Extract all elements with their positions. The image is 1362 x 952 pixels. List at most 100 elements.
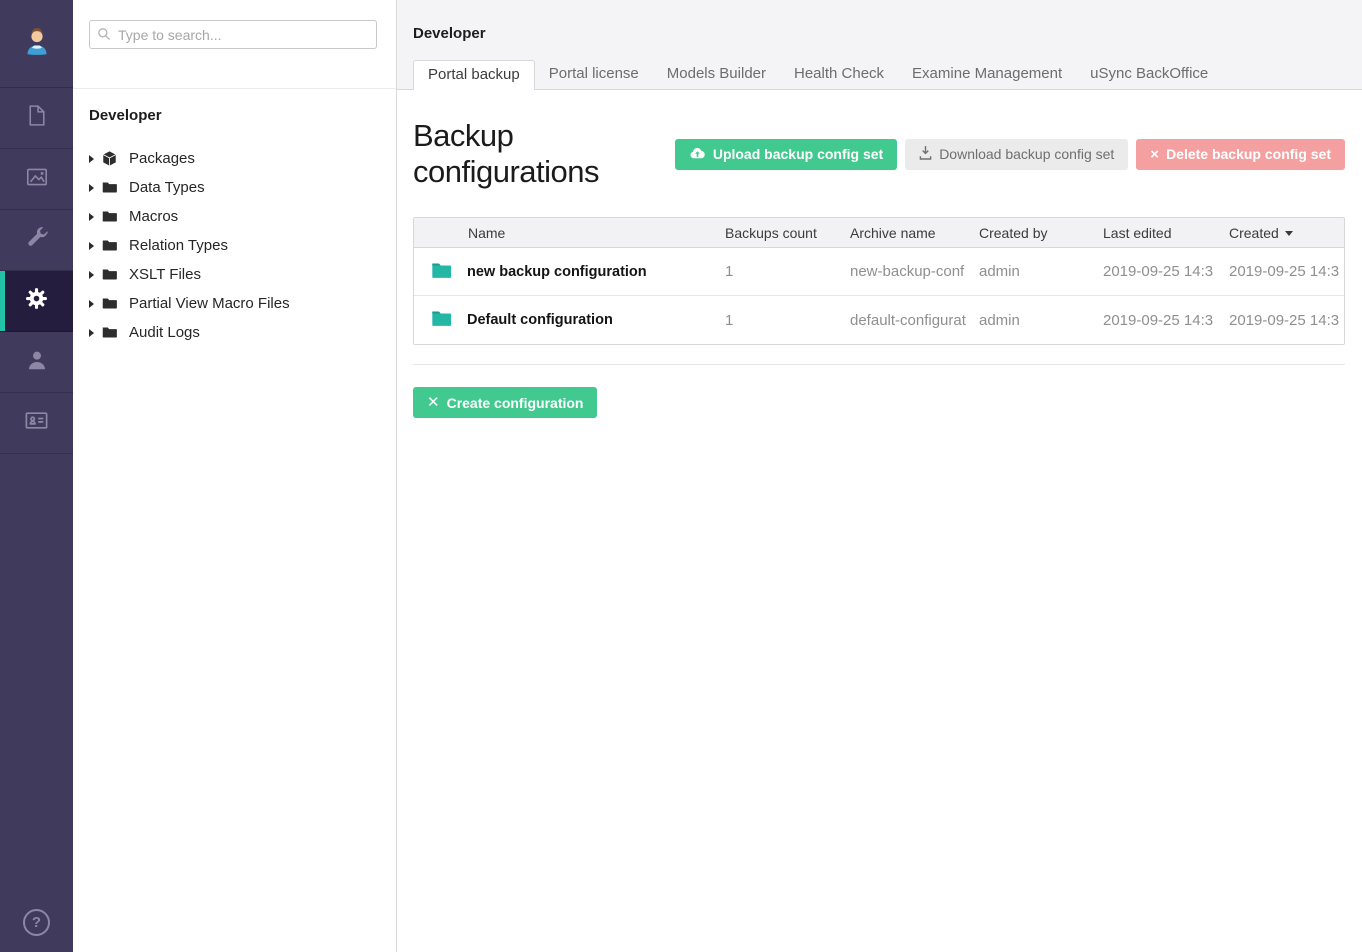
tree-item-partial-view-macro-files[interactable]: Partial View Macro Files <box>89 289 380 318</box>
create-button-label: Create configuration <box>447 395 584 411</box>
tab-examine-management[interactable]: Examine Management <box>898 60 1076 89</box>
main-area: Developer Portal backup Portal license M… <box>397 0 1362 952</box>
user-avatar[interactable] <box>0 0 73 88</box>
tab-models-builder[interactable]: Models Builder <box>653 60 780 89</box>
backup-configurations-table: Name Backups count Archive name Created … <box>413 217 1345 345</box>
rail-item-settings[interactable] <box>0 210 73 271</box>
app-rail: ? <box>0 0 73 952</box>
created: 2019-09-25 14:3 <box>1229 312 1344 329</box>
tree-item-label: XSLT Files <box>129 266 201 283</box>
download-button-label: Download backup config set <box>939 146 1114 162</box>
tab-bar: Portal backup Portal license Models Buil… <box>413 60 1346 89</box>
tree-item-packages[interactable]: Packages <box>89 144 380 173</box>
caret-right-icon[interactable] <box>89 213 94 221</box>
search-input[interactable] <box>89 20 377 49</box>
media-icon <box>24 164 50 195</box>
rail-item-content[interactable] <box>0 88 73 149</box>
tab-portal-backup[interactable]: Portal backup <box>413 60 535 90</box>
title-row: Backup configurations Upload backup conf… <box>413 118 1345 190</box>
folder-icon <box>431 309 452 331</box>
column-header-last-edited[interactable]: Last edited <box>1103 225 1229 241</box>
tab-content: Backup configurations Upload backup conf… <box>397 90 1362 418</box>
create-row: ✕ Create configuration <box>413 387 1345 418</box>
tree-item-macros[interactable]: Macros <box>89 202 380 231</box>
search-box <box>89 20 377 49</box>
backups-count: 1 <box>725 263 850 280</box>
id-card-icon <box>23 407 50 439</box>
delete-backup-config-set-button[interactable]: × Delete backup config set <box>1136 139 1345 170</box>
tree: Developer Packages Data Types <box>73 89 396 365</box>
config-name: new backup configuration <box>467 264 647 280</box>
tab-health-check[interactable]: Health Check <box>780 60 898 89</box>
upload-button-label: Upload backup config set <box>713 146 883 162</box>
caret-right-icon[interactable] <box>89 300 94 308</box>
wrench-icon <box>24 225 50 256</box>
section-divider <box>413 364 1345 365</box>
app-window: ? Developer <box>0 0 1362 952</box>
caret-right-icon[interactable] <box>89 271 94 279</box>
created-by: admin <box>979 263 1103 280</box>
user-icon <box>24 347 50 378</box>
folder-icon <box>101 324 118 341</box>
table-header-row: Name Backups count Archive name Created … <box>414 218 1344 248</box>
caret-right-icon[interactable] <box>89 184 94 192</box>
folder-icon <box>101 208 118 225</box>
folder-icon <box>101 266 118 283</box>
search-section <box>73 0 396 89</box>
search-icon <box>96 26 112 47</box>
create-configuration-button[interactable]: ✕ Create configuration <box>413 387 597 418</box>
rail-item-media[interactable] <box>0 149 73 210</box>
rail-item-developer[interactable] <box>0 271 73 332</box>
tab-usync-backoffice[interactable]: uSync BackOffice <box>1076 60 1222 89</box>
section-title: Developer <box>413 25 1346 42</box>
last-edited: 2019-09-25 14:3 <box>1103 263 1229 280</box>
package-icon <box>101 150 118 167</box>
help-button[interactable]: ? <box>0 892 73 952</box>
tree-item-label: Macros <box>129 208 178 225</box>
config-name: Default configuration <box>467 312 613 328</box>
config-set-actions: Upload backup config set Download backup… <box>675 139 1345 170</box>
tree-item-xslt-files[interactable]: XSLT Files <box>89 260 380 289</box>
folder-icon <box>431 261 452 283</box>
delete-button-label: Delete backup config set <box>1166 146 1331 162</box>
created: 2019-09-25 14:3 <box>1229 263 1344 280</box>
tree-item-label: Packages <box>129 150 195 167</box>
tree-item-label: Data Types <box>129 179 205 196</box>
column-header-created-by[interactable]: Created by <box>979 225 1103 241</box>
table-row[interactable]: Default configuration 1 default-configur… <box>414 296 1344 344</box>
tree-item-audit-logs[interactable]: Audit Logs <box>89 318 380 347</box>
tab-portal-license[interactable]: Portal license <box>535 60 653 89</box>
last-edited: 2019-09-25 14:3 <box>1103 312 1229 329</box>
download-icon <box>919 145 932 163</box>
upload-backup-config-set-button[interactable]: Upload backup config set <box>675 139 897 170</box>
rail-item-members[interactable] <box>0 393 73 454</box>
column-header-backups-count[interactable]: Backups count <box>725 225 850 241</box>
download-backup-config-set-button[interactable]: Download backup config set <box>905 139 1128 170</box>
column-header-archive-name[interactable]: Archive name <box>850 225 979 241</box>
tree-item-label: Relation Types <box>129 237 228 254</box>
tree-item-data-types[interactable]: Data Types <box>89 173 380 202</box>
sort-desc-icon <box>1285 231 1293 236</box>
caret-right-icon[interactable] <box>89 242 94 250</box>
gear-icon <box>24 286 49 316</box>
caret-right-icon[interactable] <box>89 155 94 163</box>
column-header-created[interactable]: Created <box>1229 225 1344 241</box>
create-x-icon: ✕ <box>427 395 440 410</box>
tree-heading: Developer <box>89 107 380 124</box>
tree-item-relation-types[interactable]: Relation Types <box>89 231 380 260</box>
avatar-icon <box>19 23 55 64</box>
tree-panel: Developer Packages Data Types <box>73 0 397 952</box>
table-row[interactable]: new backup configuration 1 new-backup-co… <box>414 248 1344 296</box>
caret-right-icon[interactable] <box>89 329 94 337</box>
tree-item-label: Partial View Macro Files <box>129 295 290 312</box>
backups-count: 1 <box>725 312 850 329</box>
tree-item-label: Audit Logs <box>129 324 200 341</box>
rail-item-users[interactable] <box>0 332 73 393</box>
folder-icon <box>101 179 118 196</box>
archive-name: default-configurat <box>850 312 979 329</box>
cloud-upload-icon <box>689 146 706 163</box>
page-title: Backup configurations <box>413 118 675 190</box>
delete-x-icon: × <box>1150 147 1159 162</box>
column-header-name[interactable]: Name <box>414 225 725 241</box>
document-icon <box>24 103 49 133</box>
